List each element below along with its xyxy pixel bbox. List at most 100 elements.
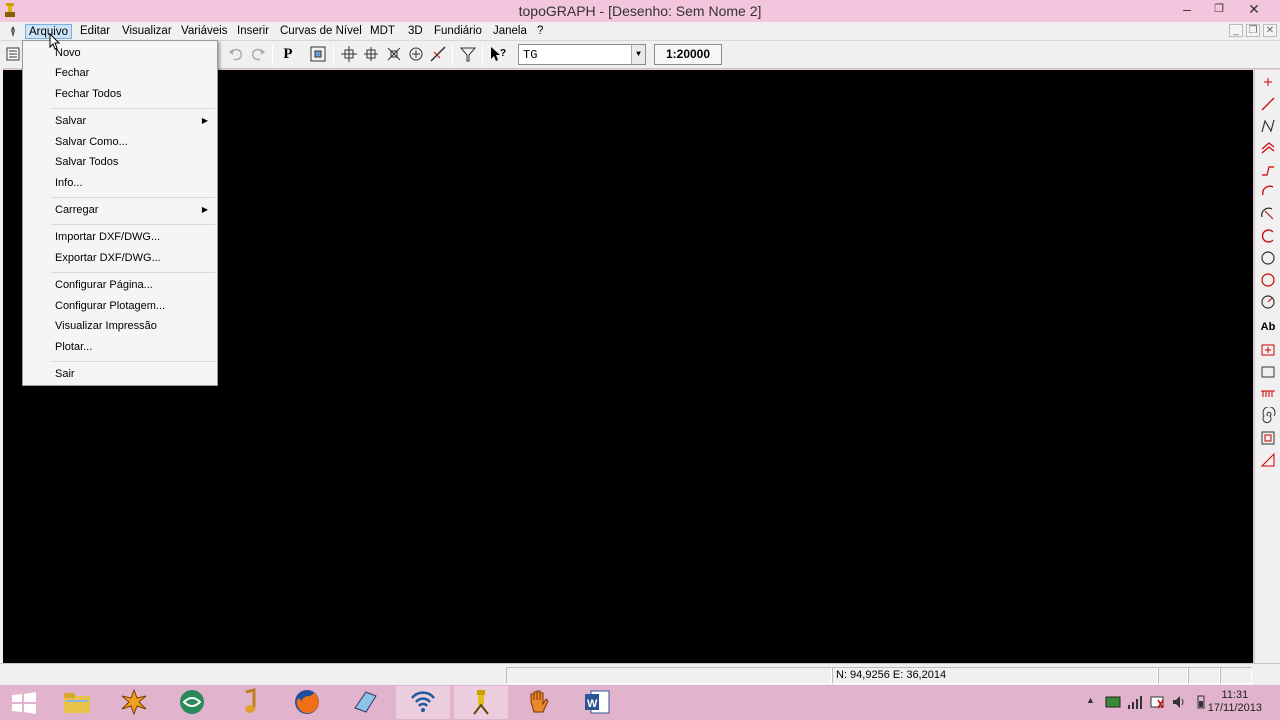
menu-item-configurar-pagina[interactable]: Configurar Página... xyxy=(23,275,217,295)
menu-curvas-de-nivel[interactable]: Curvas de Nível xyxy=(277,24,365,39)
point-tool-icon[interactable] xyxy=(1259,73,1277,91)
context-help-icon[interactable]: ? xyxy=(488,44,508,64)
eraser-app-icon xyxy=(354,691,377,713)
scale-display[interactable]: 1:20000 xyxy=(654,44,722,65)
folder-icon xyxy=(64,693,90,713)
battery-monitor-icon[interactable] xyxy=(1105,694,1121,710)
volume-icon[interactable] xyxy=(1171,694,1187,710)
menu-variaveis[interactable]: Variáveis xyxy=(178,24,230,39)
show-hidden-icons-icon[interactable]: ▲ xyxy=(1086,695,1095,705)
menu-item-salvar-todos[interactable]: Salvar Todos xyxy=(23,152,217,172)
mdi-restore-button[interactable]: ❐ xyxy=(1246,24,1260,37)
rectangle-tool-icon[interactable] xyxy=(1259,363,1277,381)
minimize-button[interactable]: – xyxy=(1174,0,1200,20)
power-icon[interactable] xyxy=(1193,694,1209,710)
taskbar-topograph[interactable] xyxy=(454,686,508,719)
taskbar-app-wireless[interactable] xyxy=(396,686,450,719)
taskbar-explorer[interactable] xyxy=(50,686,104,719)
circle-diameter-tool-icon[interactable] xyxy=(1259,293,1277,311)
zoom-window-icon[interactable] xyxy=(308,44,328,64)
taskbar-word[interactable]: W xyxy=(570,686,624,719)
document-system-icon[interactable] xyxy=(7,25,19,38)
menu-3d[interactable]: 3D xyxy=(405,24,426,39)
multiline-tool-icon[interactable] xyxy=(1259,139,1277,157)
chevron-down-icon[interactable]: ▼ xyxy=(631,45,645,64)
snap-perpendicular-icon[interactable] xyxy=(428,44,448,64)
step-line-tool-icon[interactable] xyxy=(1259,161,1277,179)
menu-item-configurar-plotagem[interactable]: Configurar Plotagem... xyxy=(23,296,217,316)
status-panel xyxy=(1188,667,1220,684)
draw-toolbar: Ab xyxy=(1254,70,1280,663)
zoom-extents-tool-icon[interactable] xyxy=(1259,429,1277,447)
taskbar-app-burst[interactable] xyxy=(107,686,161,719)
menu-visualizar[interactable]: Visualizar xyxy=(119,24,175,39)
hatch-tool-icon[interactable] xyxy=(1259,385,1277,403)
mdi-close-button[interactable]: ✕ xyxy=(1263,24,1277,37)
menu-janela[interactable]: Janela xyxy=(490,24,530,39)
menu-item-label: Plotar... xyxy=(55,341,93,353)
menu-item-fechar[interactable]: Fechar xyxy=(23,63,217,83)
clock-time: 11:31 xyxy=(1221,689,1249,701)
menu-item-label: Fechar xyxy=(55,67,90,79)
circle-radius-tool-icon[interactable] xyxy=(1259,271,1277,289)
taskbar-firefox[interactable] xyxy=(280,686,334,719)
arc-tool-icon[interactable] xyxy=(1259,183,1277,201)
menu-item-label: Info... xyxy=(55,177,83,189)
filter-icon[interactable] xyxy=(458,44,478,64)
layer-dropdown[interactable]: TG ▼ xyxy=(518,44,646,65)
menu-item-label: Configurar Plotagem... xyxy=(55,300,166,312)
menu-item-salvar[interactable]: Salvar ▶ xyxy=(23,111,217,131)
dimension-tool-icon[interactable] xyxy=(1259,451,1277,469)
snap-endpoint-icon[interactable] xyxy=(339,44,359,64)
redo-icon[interactable] xyxy=(248,44,268,64)
toolbar-separator xyxy=(482,44,483,66)
action-center-icon[interactable] xyxy=(1149,694,1165,710)
polyline-tool-icon[interactable] xyxy=(1259,117,1277,135)
menu-item-exportar-dxf[interactable]: Exportar DXF/DWG... xyxy=(23,248,217,268)
snap-intersection-icon[interactable] xyxy=(384,44,404,64)
hand-app-icon xyxy=(530,690,549,713)
menu-help[interactable]: ? xyxy=(534,24,546,39)
menu-item-fechar-todos[interactable]: Fechar Todos xyxy=(23,84,217,104)
menu-item-label: Sair xyxy=(55,368,75,380)
snap-midpoint-icon[interactable] xyxy=(361,44,381,64)
menu-item-visualizar-impressao[interactable]: Visualizar Impressão xyxy=(23,316,217,336)
taskbar-app-fish[interactable] xyxy=(165,686,219,719)
clock[interactable]: 11:31 17/11/2013 xyxy=(1208,689,1262,715)
insert-block-tool-icon[interactable] xyxy=(1259,341,1277,359)
text-tool-button[interactable]: Ab xyxy=(1259,318,1277,336)
taskbar-app-eraser[interactable] xyxy=(338,686,392,719)
menu-item-sair[interactable]: Sair xyxy=(23,364,217,384)
arc-center-tool-icon[interactable] xyxy=(1259,227,1277,245)
taskbar-app-music[interactable] xyxy=(222,686,276,719)
title-bar: topoGRAPH - [Desenho: Sem Nome 2] – ❐ ✕ xyxy=(0,0,1280,22)
arc-3point-tool-icon[interactable] xyxy=(1259,205,1277,223)
circle-tool-icon[interactable] xyxy=(1259,249,1277,267)
menu-editar[interactable]: Editar xyxy=(77,24,113,39)
snap-center-icon[interactable] xyxy=(406,44,426,64)
windows-start-icon[interactable] xyxy=(10,691,38,715)
status-panel xyxy=(1158,667,1188,684)
taskbar-app-hand[interactable] xyxy=(512,686,566,719)
restore-button[interactable]: ❐ xyxy=(1204,0,1234,20)
menu-item-salvar-como[interactable]: Salvar Como... xyxy=(23,132,217,152)
firefox-icon xyxy=(295,690,319,714)
system-tray: ▲ 11:31 17/11/2013 xyxy=(1060,685,1280,720)
menu-fundiario[interactable]: Fundiário xyxy=(431,24,485,39)
p-button[interactable]: P xyxy=(278,44,298,64)
menu-mdt[interactable]: MDT xyxy=(367,24,398,39)
menu-inserir[interactable]: Inserir xyxy=(234,24,272,39)
menu-separator xyxy=(51,361,215,362)
menu-item-info[interactable]: Info... xyxy=(23,173,217,193)
network-signal-icon[interactable] xyxy=(1127,694,1143,710)
mdi-minimize-button[interactable]: _ xyxy=(1229,24,1243,37)
menu-item-plotar[interactable]: Plotar... xyxy=(23,337,217,357)
close-button[interactable]: ✕ xyxy=(1232,0,1276,20)
file-menu-dropdown: Novo Fechar Fechar Todos Salvar ▶ Salvar … xyxy=(22,40,218,386)
line-tool-icon[interactable] xyxy=(1259,95,1277,113)
menu-item-importar-dxf[interactable]: Importar DXF/DWG... xyxy=(23,227,217,247)
layer-list-icon[interactable] xyxy=(3,44,23,64)
menu-item-carregar[interactable]: Carregar ▶ xyxy=(23,200,217,220)
undo-icon[interactable] xyxy=(226,44,246,64)
spiral-tool-icon[interactable] xyxy=(1259,407,1277,425)
